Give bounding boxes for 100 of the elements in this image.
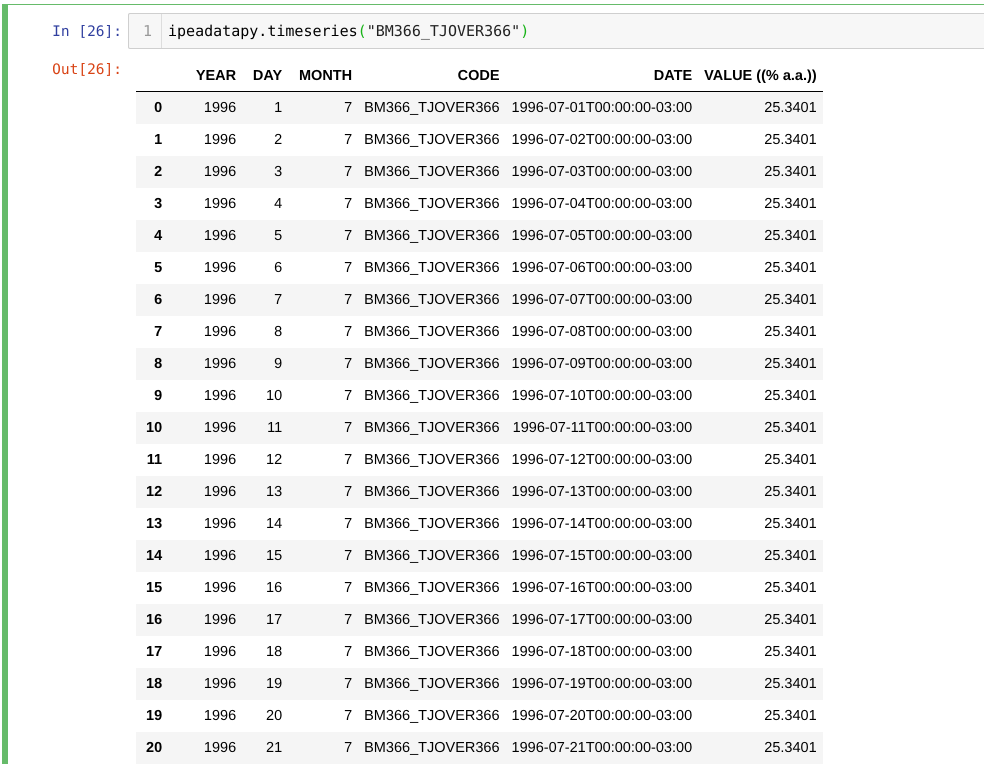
table-cell: 16 (242, 572, 288, 604)
table-cell: 1996-07-16T00:00:00-03:00 (506, 572, 698, 604)
column-header: VALUE ((% a.a.)) (698, 61, 823, 92)
table-cell: 1996 (168, 412, 242, 444)
table-cell: BM366_TJOVER366 (358, 700, 506, 732)
column-header: CODE (358, 61, 506, 92)
table-cell: 1996-07-18T00:00:00-03:00 (506, 636, 698, 668)
table-cell: 11 (242, 412, 288, 444)
table-cell: 1996-07-21T00:00:00-03:00 (506, 732, 698, 764)
table-cell: 1996 (168, 732, 242, 764)
table-cell: BM366_TJOVER366 (358, 156, 506, 188)
table-cell: BM366_TJOVER366 (358, 508, 506, 540)
table-cell: 1996-07-12T00:00:00-03:00 (506, 444, 698, 476)
output-prompt: Out[26]: (51, 61, 123, 78)
table-cell: 7 (242, 284, 288, 316)
table-cell: 1996-07-14T00:00:00-03:00 (506, 508, 698, 540)
code-line: ipeadatapy.timeseries("BM366_TJOVER366") (167, 22, 530, 40)
table-cell: 1996-07-08T00:00:00-03:00 (506, 316, 698, 348)
row-index: 18 (136, 668, 168, 700)
input-prompt: In [26]: (51, 23, 123, 40)
table-cell: 7 (288, 412, 358, 444)
row-index: 6 (136, 284, 168, 316)
row-index: 5 (136, 252, 168, 284)
table-cell: 25.3401 (698, 188, 823, 220)
table-cell: 7 (288, 700, 358, 732)
table-cell: 7 (288, 508, 358, 540)
table-cell: 25.3401 (698, 124, 823, 156)
table-cell: 7 (288, 572, 358, 604)
row-index: 7 (136, 316, 168, 348)
table-cell: 15 (242, 540, 288, 572)
table-cell: 2 (242, 124, 288, 156)
table-cell: 14 (242, 508, 288, 540)
table-cell: 1996 (168, 636, 242, 668)
table-cell: 1996-07-03T00:00:00-03:00 (506, 156, 698, 188)
table-cell: 1996-07-06T00:00:00-03:00 (506, 252, 698, 284)
table-cell: BM366_TJOVER366 (358, 124, 506, 156)
row-index: 15 (136, 572, 168, 604)
table-cell: BM366_TJOVER366 (358, 412, 506, 444)
table-cell: 1996-07-17T00:00:00-03:00 (506, 604, 698, 636)
table-cell: 1 (242, 92, 288, 124)
table-cell: 1996 (168, 444, 242, 476)
table-cell: 5 (242, 220, 288, 252)
table-cell: 1996 (168, 156, 242, 188)
column-header: YEAR (168, 61, 242, 92)
table-cell: 25.3401 (698, 636, 823, 668)
table-cell: BM366_TJOVER366 (358, 284, 506, 316)
line-number: 1 (129, 14, 162, 48)
row-index: 14 (136, 540, 168, 572)
table-cell: 25.3401 (698, 540, 823, 572)
table-cell: 1996-07-15T00:00:00-03:00 (506, 540, 698, 572)
row-index: 8 (136, 348, 168, 380)
table-cell: 25.3401 (698, 732, 823, 764)
table-cell: BM366_TJOVER366 (358, 380, 506, 412)
table-cell: 1996 (168, 188, 242, 220)
table-cell: 1996-07-05T00:00:00-03:00 (506, 220, 698, 252)
table-cell: 7 (288, 732, 358, 764)
table-cell: 7 (288, 668, 358, 700)
table-cell: 25.3401 (698, 668, 823, 700)
table-cell: 7 (288, 444, 358, 476)
table-cell: 1996-07-20T00:00:00-03:00 (506, 700, 698, 732)
table-cell: 4 (242, 188, 288, 220)
table-cell: 1996 (168, 668, 242, 700)
table-cell: 25.3401 (698, 220, 823, 252)
table-cell: BM366_TJOVER366 (358, 572, 506, 604)
table-cell: 7 (288, 252, 358, 284)
row-index: 17 (136, 636, 168, 668)
code-input[interactable]: 1 ipeadatapy.timeseries("BM366_TJOVER366") (128, 13, 984, 49)
table-cell: 25.3401 (698, 508, 823, 540)
table-cell: 1996 (168, 508, 242, 540)
row-index: 1 (136, 124, 168, 156)
table-cell: 1996-07-10T00:00:00-03:00 (506, 380, 698, 412)
table-cell: 10 (242, 380, 288, 412)
table-cell: 25.3401 (698, 700, 823, 732)
table-cell: 1996 (168, 284, 242, 316)
table-cell: 25.3401 (698, 444, 823, 476)
table-cell: 1996-07-07T00:00:00-03:00 (506, 284, 698, 316)
table-cell: 1996 (168, 604, 242, 636)
table-cell: 7 (288, 156, 358, 188)
table-cell: 1996 (168, 700, 242, 732)
table-cell: 7 (288, 604, 358, 636)
row-index: 2 (136, 156, 168, 188)
column-header: DATE (506, 61, 698, 92)
table-cell: 25.3401 (698, 476, 823, 508)
table-cell: 7 (288, 188, 358, 220)
table-cell: 1996-07-01T00:00:00-03:00 (506, 92, 698, 124)
table-cell: 1996 (168, 380, 242, 412)
table-cell: 7 (288, 380, 358, 412)
table-cell: BM366_TJOVER366 (358, 348, 506, 380)
table-cell: BM366_TJOVER366 (358, 668, 506, 700)
table-cell: BM366_TJOVER366 (358, 732, 506, 764)
table-cell: 7 (288, 540, 358, 572)
row-index: 10 (136, 412, 168, 444)
table-cell: BM366_TJOVER366 (358, 220, 506, 252)
table-cell: 1996 (168, 252, 242, 284)
table-cell: 1996-07-13T00:00:00-03:00 (506, 476, 698, 508)
table-cell: BM366_TJOVER366 (358, 444, 506, 476)
table-cell: BM366_TJOVER366 (358, 252, 506, 284)
table-cell: BM366_TJOVER366 (358, 188, 506, 220)
table-cell: BM366_TJOVER366 (358, 604, 506, 636)
table-cell: 1996-07-02T00:00:00-03:00 (506, 124, 698, 156)
